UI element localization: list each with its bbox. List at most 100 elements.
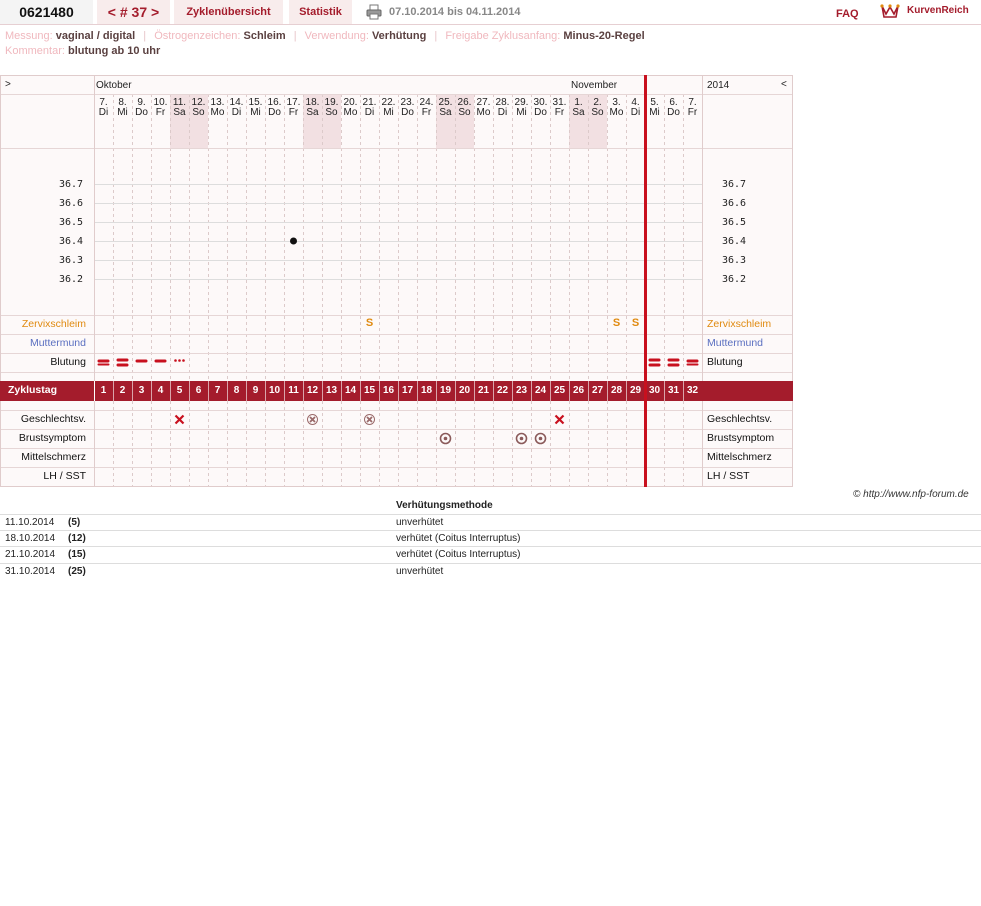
- chart-background: [0, 75, 793, 487]
- top-bar: 0621480 < # 37 > Zyklenübersicht Statist…: [0, 0, 981, 25]
- cycle-day-number: 11: [288, 385, 299, 396]
- weekday-label: So: [591, 107, 604, 118]
- cycle-day-number: 28: [610, 385, 623, 396]
- weekday-label: Fr: [421, 107, 432, 118]
- row-method: verhütet (Coitus Interruptus): [396, 549, 521, 560]
- weekday-label: Mo: [210, 107, 225, 118]
- weekday-label: Sa: [572, 107, 585, 118]
- cycle-day-number: 17: [401, 385, 414, 396]
- cycle-id: 0621480: [0, 0, 93, 24]
- date-range: 07.10.2014 bis 04.11.2014: [389, 6, 521, 18]
- temp-tick-left: 36.7: [59, 179, 84, 190]
- row-method: verhütet (Coitus Interruptus): [396, 533, 521, 544]
- breast-symptom-icon: [519, 436, 524, 441]
- weekday-label: Sa: [173, 107, 186, 118]
- temp-tick-left: 36.5: [59, 217, 84, 228]
- weekday-label: Do: [401, 107, 414, 118]
- temp-tick-right: 36.6: [722, 198, 747, 209]
- cycle-day-number: 24: [534, 385, 547, 396]
- chart-nav-prev[interactable]: >: [5, 79, 11, 90]
- comment-line: Kommentar: blutung ab 10 uhr: [5, 45, 160, 57]
- weekday-label: Mi: [250, 107, 261, 118]
- print-icon[interactable]: [366, 4, 382, 20]
- table-row: 18.10.2014 (12) verhütet (Coitus Interru…: [0, 530, 981, 546]
- weekday-label: Fr: [288, 107, 299, 118]
- cycle-day-number: 12: [306, 385, 319, 396]
- cycle-day-number: 27: [591, 385, 604, 396]
- tab-cycle-overview[interactable]: Zyklenübersicht: [174, 0, 283, 24]
- temp-tick-left: 36.2: [59, 274, 84, 285]
- weekday-label: So: [325, 107, 338, 118]
- measurement-info-line: Messung: vaginal / digital | Östrogenzei…: [5, 30, 645, 42]
- logo-text[interactable]: KurvenReich: [907, 5, 969, 16]
- cycle-day-number: 14: [344, 385, 357, 396]
- table-row: 31.10.2014 (25) unverhütet: [0, 563, 981, 579]
- bleeding-medium-icon: [97, 363, 110, 366]
- row-label-right-lh: LH / SST: [707, 470, 750, 482]
- crown-logo-icon[interactable]: [880, 2, 900, 20]
- temp-tick-right: 36.5: [722, 217, 747, 228]
- cycle-day-number: 1: [100, 385, 107, 396]
- row-label-right-blutung: Blutung: [707, 355, 743, 368]
- row-label-right-muttermund: Muttermund: [707, 336, 764, 349]
- bleeding-medium-icon: [686, 363, 699, 366]
- row-label-blutung: Blutung: [50, 355, 86, 368]
- bleeding-heavy-icon: [648, 363, 661, 367]
- cycle-navigation[interactable]: < # 37 >: [97, 0, 170, 24]
- weekday-label: Di: [231, 107, 242, 118]
- chart-nav-next[interactable]: <: [781, 79, 787, 90]
- weekday-label: Di: [98, 107, 109, 118]
- weekday-label: Di: [497, 107, 508, 118]
- cycle-day-number: 9: [252, 385, 259, 396]
- cycle-day-number: 30: [648, 385, 661, 396]
- breast-symptom-icon: [538, 436, 543, 441]
- temperature-point: [290, 237, 297, 245]
- chart-grid: [0, 75, 793, 487]
- row-label-mittel: Mittelschmerz: [21, 450, 86, 463]
- weekday-label: Mo: [343, 107, 358, 118]
- weekday-label: Sa: [439, 107, 452, 118]
- row-cycle-day: (15): [68, 549, 86, 560]
- temp-tick-right: 36.3: [722, 255, 747, 266]
- cycle-day-number: 32: [686, 385, 699, 396]
- cycle-day-number: 21: [477, 385, 490, 396]
- cycle-day-number: 8: [233, 385, 240, 396]
- row-date: 21.10.2014: [5, 549, 56, 560]
- weekday-label: Do: [268, 107, 281, 118]
- bleeding-medium-icon: [686, 359, 699, 363]
- weekday-label: Di: [630, 107, 641, 118]
- row-label-gv: Geschlechtsv.: [20, 412, 86, 425]
- month-label: Oktober: [96, 80, 132, 91]
- weekday-label: Fr: [554, 107, 565, 118]
- row-label-muttermund: Muttermund: [29, 336, 86, 349]
- bleeding-spotting-icon: [182, 359, 185, 362]
- faq-link[interactable]: FAQ: [836, 8, 859, 20]
- oestrogen-value: Schleim: [243, 30, 286, 42]
- cycle-day-number: 23: [515, 385, 528, 396]
- freigabe-label: Freigabe Zyklusanfang:: [445, 30, 561, 42]
- weekday-label: Do: [667, 107, 680, 118]
- cycle-day-number: 13: [325, 385, 338, 396]
- cycle-day-number: 5: [176, 385, 183, 396]
- tab-statistics[interactable]: Statistik: [289, 0, 352, 24]
- copyright[interactable]: © http://www.nfp-forum.de: [853, 489, 969, 500]
- row-label-right-cervix: Zervixschleim: [707, 317, 772, 330]
- row-label-right-brust: Brustsymptom: [707, 431, 775, 444]
- weekday-label: Fr: [687, 107, 698, 118]
- row-label-cervix: Zervixschleim: [21, 317, 86, 330]
- weekday-label: Mi: [649, 107, 660, 118]
- cycle-day-number: 18: [420, 385, 433, 396]
- breast-symptom-icon: [443, 436, 448, 441]
- month-label: November: [571, 80, 618, 91]
- row-date: 18.10.2014: [5, 533, 56, 544]
- freigabe-value: Minus-20-Regel: [563, 30, 645, 42]
- weekday-label: Fr: [155, 107, 166, 118]
- weekday-label: Sa: [306, 107, 319, 118]
- bleeding-medium-icon: [97, 359, 110, 363]
- cycle-chart: > < Oktober November 2014 7. Di 8. Mi 9. Do 10. Fr 11…: [0, 75, 793, 487]
- bleeding-spotting-icon: [174, 359, 177, 362]
- messung-label: Messung:: [5, 30, 53, 42]
- cycle-day-number: 4: [157, 385, 164, 396]
- messung-value: vaginal / digital: [55, 30, 136, 42]
- temp-tick-left: 36.4: [59, 236, 84, 247]
